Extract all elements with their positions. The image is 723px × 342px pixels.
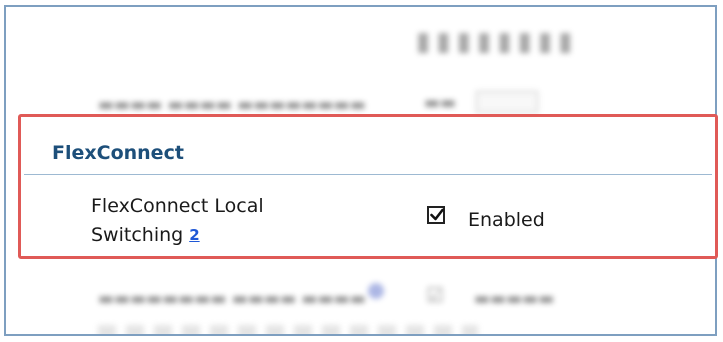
blurred-help-icon (368, 283, 384, 299)
blurred-field-value: ▬▬ (424, 93, 457, 113)
blurred-input (476, 91, 538, 113)
blurred-checkbox-label: ▬▬▬▬▬ (474, 289, 555, 309)
local-switching-label-line2: Switching (91, 224, 184, 246)
blurred-checkbox: ☑ (426, 283, 444, 307)
blurred-top-row: ▮▮▮▮▮▮▮▮ (416, 27, 579, 57)
local-switching-label: FlexConnect Local Switching 2 (91, 192, 331, 250)
section-divider (24, 174, 712, 175)
local-switching-label-line1: FlexConnect Local (91, 195, 264, 217)
local-switching-checkbox[interactable] (427, 206, 445, 224)
blurred-row (98, 325, 478, 334)
blurred-field-label: ▬▬▬▬ ▬▬▬▬ ▬▬▬▬▬▬▬▬ (98, 95, 366, 115)
checkmark-icon (430, 208, 444, 221)
blurred-field-label-2: ▬▬▬▬▬▬▬▬ ▬▬▬▬ ▬▬▬▬ (98, 289, 366, 309)
section-title: FlexConnect (52, 142, 184, 164)
help-link-icon[interactable]: 2 (189, 221, 199, 250)
local-switching-checkbox-label: Enabled (468, 209, 545, 231)
